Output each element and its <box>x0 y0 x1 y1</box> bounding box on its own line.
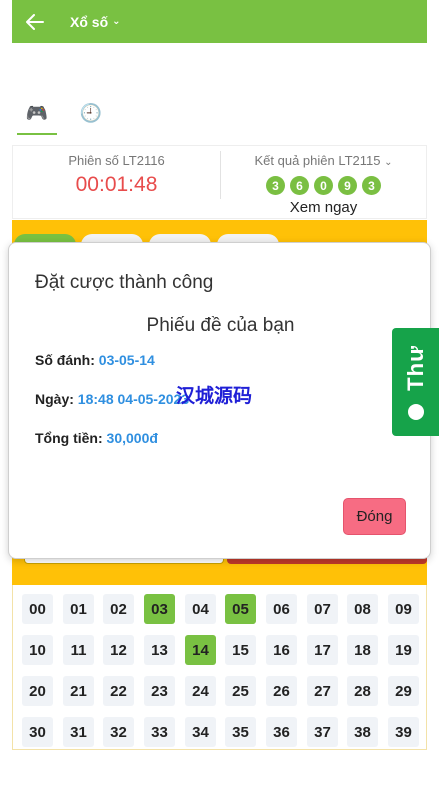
game-tabs: 🎮 🕘 <box>17 92 137 136</box>
total-label: Tổng tiền: <box>35 430 103 446</box>
number-cell[interactable]: 33 <box>144 717 175 747</box>
close-button[interactable]: Đóng <box>343 498 406 535</box>
number-cell-selected[interactable]: 03 <box>144 594 175 624</box>
result-dropdown[interactable]: Kết quả phiên LT2115 ⌄ <box>220 153 427 168</box>
number-cell[interactable]: 01 <box>63 594 94 624</box>
number-cell[interactable]: 02 <box>103 594 134 624</box>
number-cell[interactable]: 37 <box>307 717 338 747</box>
current-session-label: Phiên số LT2116 <box>68 153 165 168</box>
numbers-value: 03-05-14 <box>98 352 155 368</box>
number-cell[interactable]: 39 <box>388 717 419 747</box>
total-value: 30,000đ <box>106 430 158 446</box>
number-cell[interactable]: 30 <box>22 717 53 747</box>
number-cell[interactable]: 29 <box>388 676 419 706</box>
result-ball: 3 <box>266 176 285 195</box>
current-session: Phiên số LT2116 00:01:48 <box>13 146 220 220</box>
number-grid: 00 01 02 03 04 05 06 07 08 09 10 11 12 1… <box>12 585 427 750</box>
date-label: Ngày: <box>35 391 74 407</box>
side-tab-label: Thư <box>403 345 429 420</box>
chat-icon <box>407 403 424 420</box>
date-value: 18:48 04-05-2023 <box>77 391 190 407</box>
tab-game[interactable]: 🎮 <box>17 92 57 134</box>
number-cell[interactable]: 22 <box>103 676 134 706</box>
back-button[interactable] <box>12 0 58 43</box>
active-tab-indicator <box>17 133 57 135</box>
number-cell[interactable]: 27 <box>307 676 338 706</box>
ticket-date-row: Ngày: 18:48 04-05-2023 <box>35 391 189 407</box>
ticket-numbers-row: Số đánh: 03-05-14 <box>35 352 155 368</box>
number-cell[interactable]: 17 <box>307 635 338 665</box>
number-cell[interactable]: 16 <box>266 635 297 665</box>
numbers-label: Số đánh: <box>35 352 95 368</box>
watermark-text: 汉城源码 <box>176 386 253 407</box>
view-now-link[interactable]: Xem ngay <box>220 199 427 216</box>
number-cell[interactable]: 19 <box>388 635 419 665</box>
number-cell[interactable]: 31 <box>63 717 94 747</box>
number-cell[interactable]: 04 <box>185 594 216 624</box>
session-info-panel: Phiên số LT2116 00:01:48 Kết quả phiên L… <box>12 145 427 219</box>
result-ball: 3 <box>362 176 381 195</box>
top-bar: Xổ số ⌄ <box>12 0 427 43</box>
result-ball: 9 <box>338 176 357 195</box>
dialog-title: Đặt cược thành công <box>35 272 214 293</box>
number-cell[interactable]: 26 <box>266 676 297 706</box>
number-cell[interactable]: 18 <box>347 635 378 665</box>
number-cell[interactable]: 11 <box>63 635 94 665</box>
chevron-down-icon: ⌄ <box>112 16 121 27</box>
result-balls: 3 6 0 9 3 <box>220 176 427 195</box>
number-cell[interactable]: 00 <box>22 594 53 624</box>
arrow-left-icon <box>26 13 44 30</box>
number-cell[interactable]: 34 <box>185 717 216 747</box>
number-cell[interactable]: 08 <box>347 594 378 624</box>
tab-history[interactable]: 🕘 <box>71 92 111 134</box>
number-cell-selected[interactable]: 05 <box>225 594 256 624</box>
number-cell[interactable]: 36 <box>266 717 297 747</box>
page-title: Xổ số <box>70 13 109 30</box>
number-cell-selected[interactable]: 14 <box>185 635 216 665</box>
number-cell[interactable]: 21 <box>63 676 94 706</box>
number-cell[interactable]: 15 <box>225 635 256 665</box>
number-cell[interactable]: 28 <box>347 676 378 706</box>
gamepad-icon: 🎮 <box>25 102 49 123</box>
number-cell[interactable]: 09 <box>388 594 419 624</box>
number-cell[interactable]: 10 <box>22 635 53 665</box>
chevron-down-icon: ⌄ <box>384 157 393 168</box>
app-root: Xổ số ⌄ 🎮 🕘 Phiên số LT2116 00:01:48 Kết… <box>0 0 439 802</box>
result-ball: 6 <box>290 176 309 195</box>
ticket-total-row: Tổng tiền: 30,000đ <box>35 430 158 446</box>
number-cell[interactable]: 35 <box>225 717 256 747</box>
result-ball: 0 <box>314 176 333 195</box>
number-cell[interactable]: 20 <box>22 676 53 706</box>
mail-side-tab[interactable]: Thư <box>392 328 439 436</box>
lottery-type-dropdown[interactable]: Xổ số ⌄ <box>70 14 121 30</box>
clock-icon: 🕘 <box>79 102 103 123</box>
number-cell[interactable]: 32 <box>103 717 134 747</box>
number-cell[interactable]: 07 <box>307 594 338 624</box>
number-cell[interactable]: 13 <box>144 635 175 665</box>
previous-result: Kết quả phiên LT2115 ⌄ 3 6 0 9 3 Xem nga… <box>220 146 427 220</box>
number-cell[interactable]: 24 <box>185 676 216 706</box>
number-cell[interactable]: 12 <box>103 635 134 665</box>
side-tab-text: Thư <box>402 344 428 391</box>
result-label: Kết quả phiên LT2115 <box>254 153 381 168</box>
ticket-heading: Phiếu đề của bạn <box>146 315 295 336</box>
number-cell[interactable]: 06 <box>266 594 297 624</box>
countdown-timer: 00:01:48 <box>75 173 158 196</box>
number-cell[interactable]: 38 <box>347 717 378 747</box>
number-cell[interactable]: 25 <box>225 676 256 706</box>
number-cell[interactable]: 23 <box>144 676 175 706</box>
